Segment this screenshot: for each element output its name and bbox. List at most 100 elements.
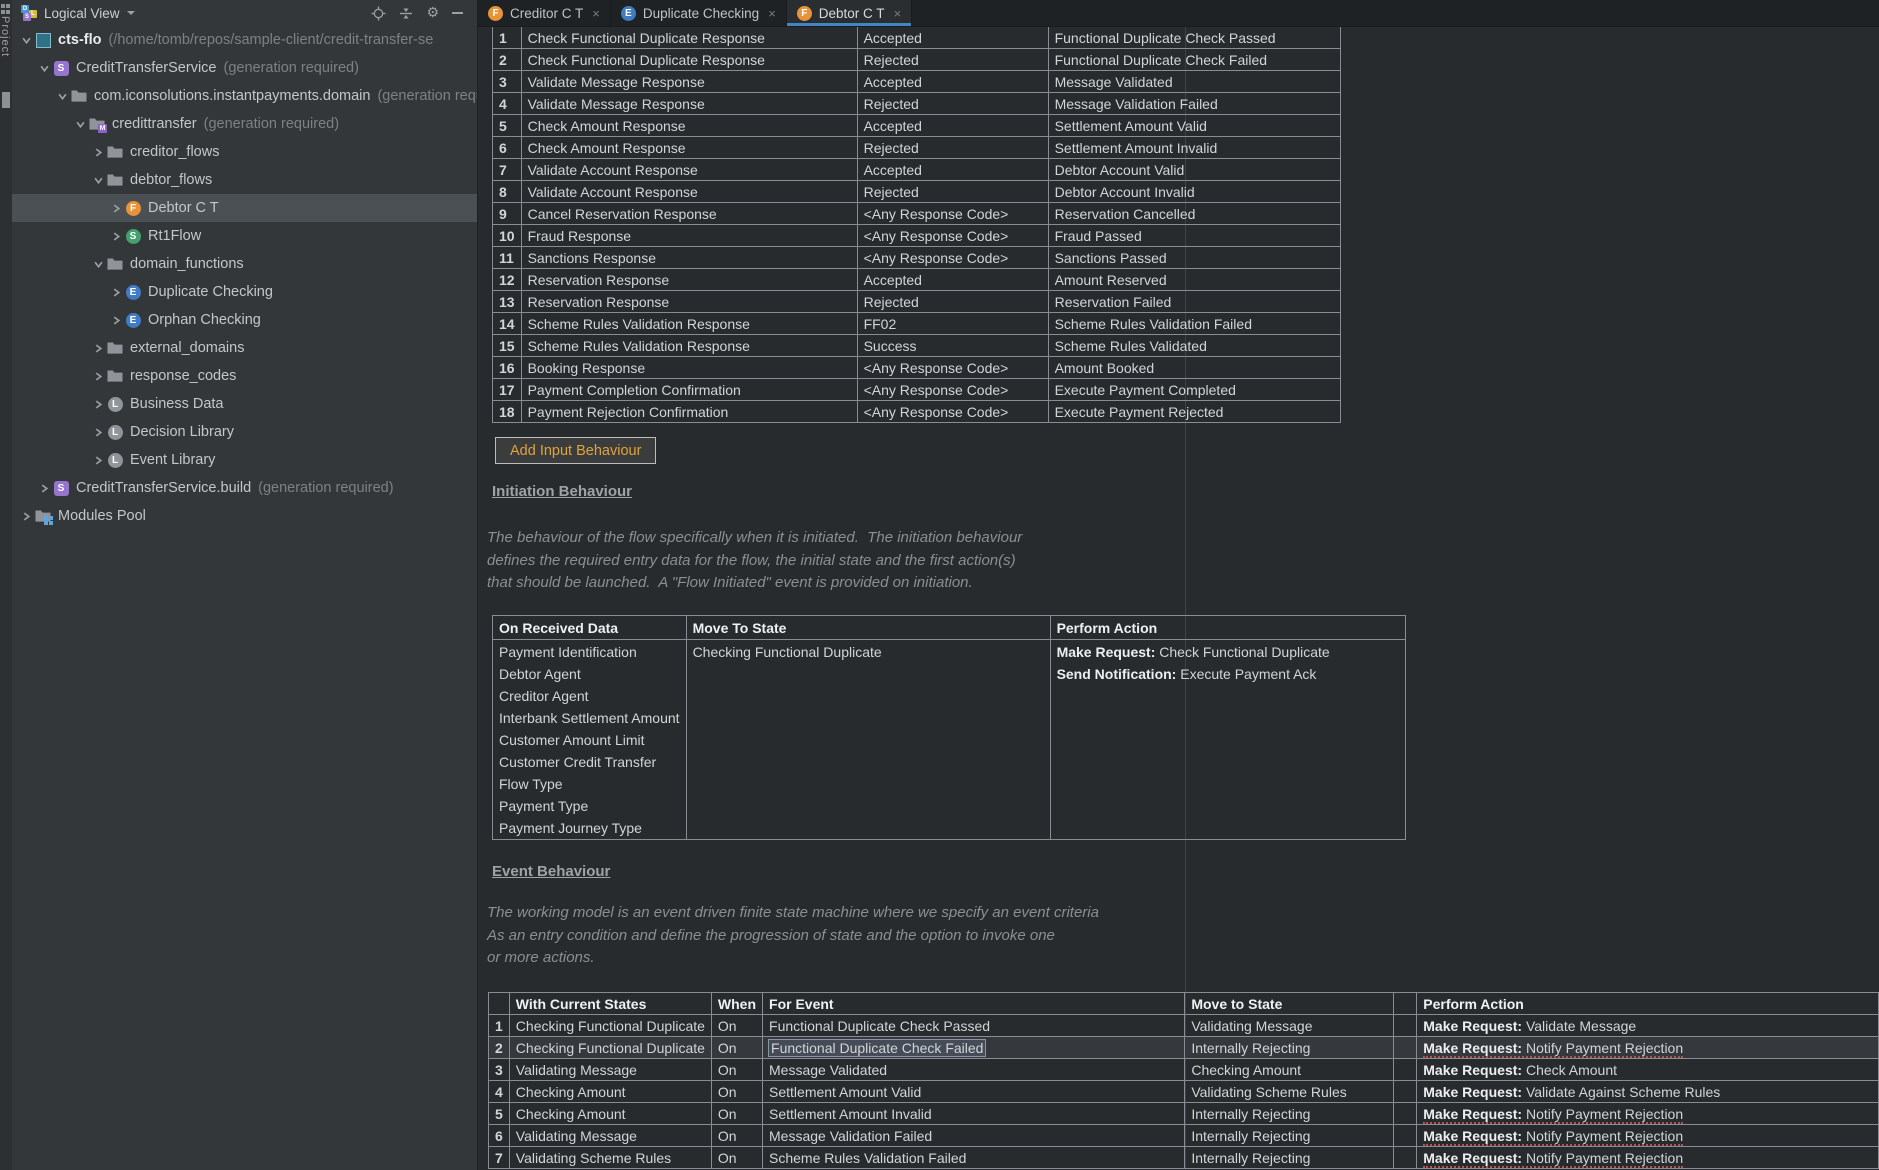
response-code-cell[interactable]: FF02 xyxy=(857,313,1048,335)
input-cell[interactable]: Check Amount Response xyxy=(521,137,857,159)
result-cell[interactable]: Settlement Amount Valid xyxy=(1048,115,1340,137)
result-cell[interactable]: Execute Payment Completed xyxy=(1048,379,1340,401)
tab-creditor-c-t[interactable]: FCreditor C T× xyxy=(478,0,611,26)
move-to-state-cell[interactable]: Internally Rejecting xyxy=(1185,1147,1393,1169)
result-cell[interactable]: Message Validated xyxy=(1048,71,1340,93)
result-cell[interactable]: Settlement Amount Invalid xyxy=(1048,137,1340,159)
result-cell[interactable]: Debtor Account Valid xyxy=(1048,159,1340,181)
move-to-state-cell[interactable]: Checking Functional Duplicate xyxy=(686,640,1050,840)
perform-action-cell[interactable]: Make Request: Notify Payment Rejection xyxy=(1417,1147,1879,1169)
input-cell[interactable]: Validate Account Response xyxy=(521,181,857,203)
perform-action-cell[interactable]: Make Request: Validate Message xyxy=(1417,1015,1879,1037)
project-toolwindow-label[interactable]: Project xyxy=(0,16,11,57)
received-data-cell[interactable]: Payment IdentificationDebtor AgentCredit… xyxy=(493,640,687,840)
for-event-cell[interactable]: Message Validation Failed xyxy=(763,1125,1185,1147)
result-cell[interactable]: Message Validation Failed xyxy=(1048,93,1340,115)
tree-chevron-icon[interactable] xyxy=(108,204,124,213)
current-state-cell[interactable]: Validating Message xyxy=(509,1125,711,1147)
strip-scroll-thumb[interactable] xyxy=(2,92,10,108)
chevron-down-icon[interactable] xyxy=(127,11,135,15)
input-cell[interactable]: Check Functional Duplicate Response xyxy=(521,49,857,71)
move-to-state-cell[interactable]: Internally Rejecting xyxy=(1185,1037,1393,1059)
input-cell[interactable]: Validate Message Response xyxy=(521,71,857,93)
result-cell[interactable]: Scheme Rules Validation Failed xyxy=(1048,313,1340,335)
result-cell[interactable]: Functional Duplicate Check Failed xyxy=(1048,49,1340,71)
tree-chevron-icon[interactable] xyxy=(108,288,124,297)
tree-chevron-icon[interactable] xyxy=(90,176,106,185)
for-event-cell[interactable]: Functional Duplicate Check Failed xyxy=(763,1037,1185,1059)
add-input-behaviour-button[interactable]: Add Input Behaviour xyxy=(495,437,656,464)
perform-action-cell[interactable]: Make Request: Notify Payment Rejection xyxy=(1417,1103,1879,1125)
response-code-cell[interactable]: Success xyxy=(857,335,1048,357)
response-code-cell[interactable]: <Any Response Code> xyxy=(857,247,1048,269)
response-code-cell[interactable]: Accepted xyxy=(857,27,1048,49)
result-cell[interactable]: Reservation Failed xyxy=(1048,291,1340,313)
response-code-cell[interactable]: Accepted xyxy=(857,269,1048,291)
collapse-all-icon[interactable] xyxy=(399,6,413,21)
tree-item-cts-flo[interactable]: cts-flo(/home/tomb/repos/sample-client/c… xyxy=(12,26,477,54)
tree-item-domain-functions[interactable]: domain_functions xyxy=(12,250,477,278)
tree-chevron-icon[interactable] xyxy=(18,36,34,45)
when-cell[interactable]: On xyxy=(711,1015,762,1037)
tree-chevron-icon[interactable] xyxy=(36,64,52,73)
tree-chevron-icon[interactable] xyxy=(54,92,70,101)
for-event-cell[interactable]: Message Validated xyxy=(763,1059,1185,1081)
tree-item-credittransfer[interactable]: Mcredittransfer(generation required) xyxy=(12,110,477,138)
response-code-cell[interactable]: Accepted xyxy=(857,115,1048,137)
result-cell[interactable]: Amount Reserved xyxy=(1048,269,1340,291)
response-code-cell[interactable]: Rejected xyxy=(857,291,1048,313)
response-code-cell[interactable]: <Any Response Code> xyxy=(857,225,1048,247)
perform-action-cell[interactable]: Make Request: Check Functional Duplicate… xyxy=(1050,640,1405,840)
response-code-cell[interactable]: <Any Response Code> xyxy=(857,203,1048,225)
hide-panel-icon[interactable] xyxy=(452,12,463,14)
tree-item-orphan-checking[interactable]: EOrphan Checking xyxy=(12,306,477,334)
response-code-cell[interactable]: Rejected xyxy=(857,49,1048,71)
response-code-cell[interactable]: Rejected xyxy=(857,93,1048,115)
result-cell[interactable]: Reservation Cancelled xyxy=(1048,203,1340,225)
current-state-cell[interactable]: Checking Functional Duplicate xyxy=(509,1015,711,1037)
result-cell[interactable]: Scheme Rules Validated xyxy=(1048,335,1340,357)
selected-cell-text[interactable]: Functional Duplicate Check Failed xyxy=(769,1040,985,1056)
tree-item-decision-library[interactable]: LDecision Library xyxy=(12,418,477,446)
tab-debtor-c-t[interactable]: FDebtor C T× xyxy=(787,0,912,26)
result-cell[interactable]: Debtor Account Invalid xyxy=(1048,181,1340,203)
when-cell[interactable]: On xyxy=(711,1081,762,1103)
tree-chevron-icon[interactable] xyxy=(18,512,34,521)
input-cell[interactable]: Check Amount Response xyxy=(521,115,857,137)
move-to-state-cell[interactable]: Checking Amount xyxy=(1185,1059,1393,1081)
response-code-cell[interactable]: <Any Response Code> xyxy=(857,379,1048,401)
input-cell[interactable]: Payment Completion Confirmation xyxy=(521,379,857,401)
tree-item-duplicate-checking[interactable]: EDuplicate Checking xyxy=(12,278,477,306)
current-state-cell[interactable]: Checking Amount xyxy=(509,1081,711,1103)
current-state-cell[interactable]: Validating Scheme Rules xyxy=(509,1147,711,1169)
input-cell[interactable]: Check Functional Duplicate Response xyxy=(521,27,857,49)
current-state-cell[interactable]: Validating Message xyxy=(509,1059,711,1081)
tree-chevron-icon[interactable] xyxy=(90,400,106,409)
for-event-cell[interactable]: Settlement Amount Invalid xyxy=(763,1103,1185,1125)
tree-item-modules-pool[interactable]: Modules Pool xyxy=(12,502,477,530)
result-cell[interactable]: Fraud Passed xyxy=(1048,225,1340,247)
current-state-cell[interactable]: Checking Amount xyxy=(509,1103,711,1125)
tree-chevron-icon[interactable] xyxy=(108,232,124,241)
result-cell[interactable]: Execute Payment Rejected xyxy=(1048,401,1340,423)
move-to-state-cell[interactable]: Internally Rejecting xyxy=(1185,1125,1393,1147)
tool-strip-icon[interactable] xyxy=(1,4,11,14)
input-cell[interactable]: Reservation Response xyxy=(521,291,857,313)
tree-item-debtor-flows[interactable]: debtor_flows xyxy=(12,166,477,194)
tree-chevron-icon[interactable] xyxy=(90,344,106,353)
tree-item-credittransferservice-build[interactable]: SCreditTransferService.build(generation … xyxy=(12,474,477,502)
input-cell[interactable]: Scheme Rules Validation Response xyxy=(521,313,857,335)
move-to-state-cell[interactable]: Internally Rejecting xyxy=(1185,1103,1393,1125)
when-cell[interactable]: On xyxy=(711,1059,762,1081)
tree-chevron-icon[interactable] xyxy=(36,484,52,493)
input-cell[interactable]: Cancel Reservation Response xyxy=(521,203,857,225)
tree-item-external-domains[interactable]: external_domains xyxy=(12,334,477,362)
response-code-cell[interactable]: <Any Response Code> xyxy=(857,357,1048,379)
tab-close-icon[interactable]: × xyxy=(894,6,902,21)
when-cell[interactable]: On xyxy=(711,1037,762,1059)
tree-item-event-library[interactable]: LEvent Library xyxy=(12,446,477,474)
locate-icon[interactable] xyxy=(371,6,386,21)
input-cell[interactable]: Reservation Response xyxy=(521,269,857,291)
tab-close-icon[interactable]: × xyxy=(592,6,600,21)
perform-action-cell[interactable]: Make Request: Notify Payment Rejection xyxy=(1417,1125,1879,1147)
